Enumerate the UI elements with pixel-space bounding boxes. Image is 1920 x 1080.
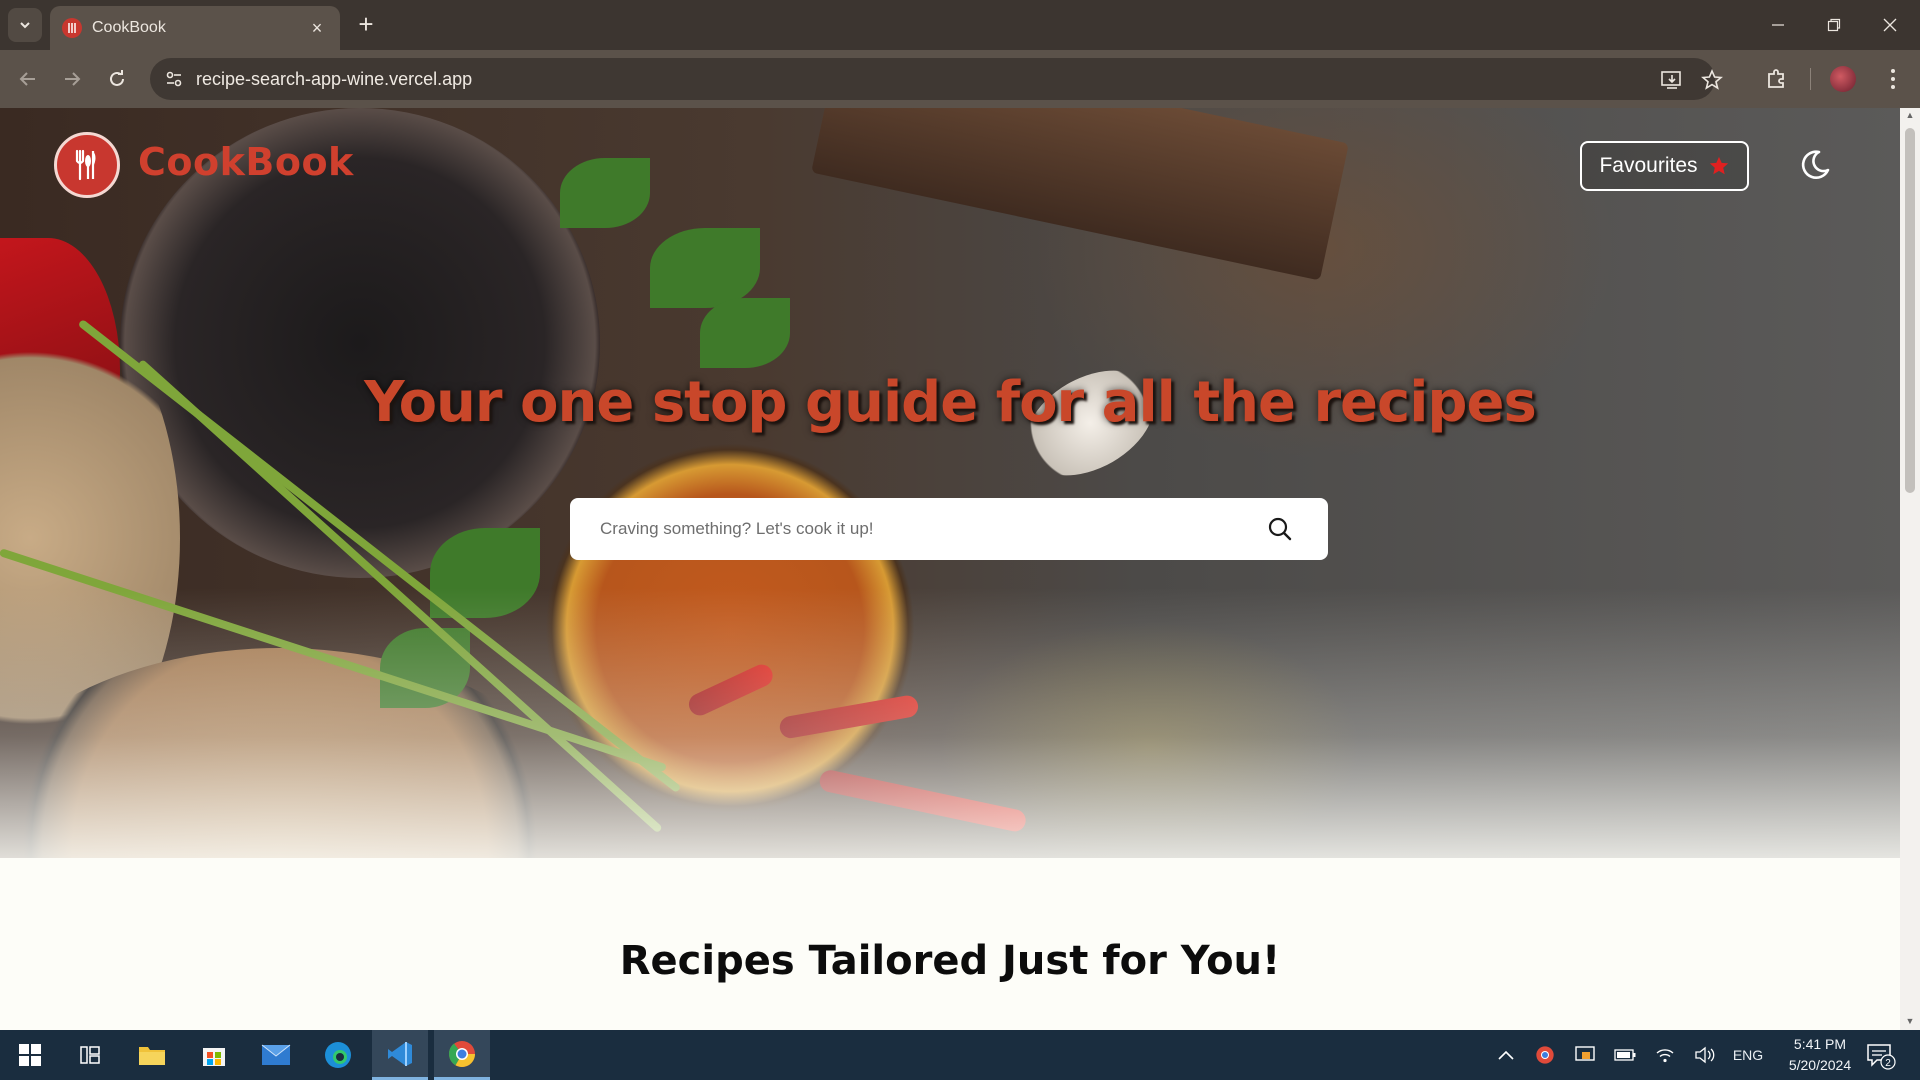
- volume-icon[interactable]: [1692, 1044, 1718, 1066]
- site-info-icon[interactable]: [164, 69, 184, 89]
- language-indicator[interactable]: ENG: [1730, 1044, 1766, 1066]
- page-scrollbar[interactable]: ▲ ▼: [1900, 108, 1920, 1030]
- toolbar-separator: [1810, 68, 1811, 90]
- back-icon[interactable]: [12, 63, 44, 95]
- forward-icon[interactable]: [56, 63, 88, 95]
- windows-start-icon[interactable]: [2, 1030, 58, 1080]
- section-title: Recipes Tailored Just for You!: [619, 938, 1281, 984]
- page-viewport: CookBook Favourites Your one stop guide …: [0, 108, 1900, 1030]
- tab-cookbook[interactable]: CookBook ×: [50, 6, 340, 50]
- profile-avatar[interactable]: [1830, 66, 1856, 92]
- scroll-up-arrow[interactable]: ▲: [1904, 110, 1916, 120]
- hero-decor-board: [811, 108, 1349, 281]
- hero-fade: [0, 588, 1900, 858]
- moon-icon[interactable]: [1798, 148, 1832, 182]
- window-close-icon[interactable]: [1862, 0, 1918, 50]
- menu-dots-icon[interactable]: [1878, 64, 1908, 94]
- hero-decor-leaf: [700, 298, 790, 368]
- clock-time: 5:41 PM: [1793, 1036, 1847, 1052]
- tab-title: CookBook: [92, 19, 166, 36]
- clock-date: 5/20/2024: [1788, 1057, 1852, 1073]
- store-icon[interactable]: [186, 1030, 242, 1080]
- logo-cutlery-icon[interactable]: [54, 132, 120, 198]
- windows-taskbar: ENG 5:41 PM 5/20/2024 2: [0, 1030, 1920, 1080]
- extensions-icon[interactable]: [1762, 64, 1792, 94]
- reload-icon[interactable]: [101, 63, 133, 95]
- search-input[interactable]: [600, 498, 1240, 560]
- notification-count: 2: [1885, 1058, 1891, 1069]
- file-explorer-icon[interactable]: [124, 1030, 180, 1080]
- battery-icon[interactable]: [1612, 1044, 1638, 1066]
- chrome-tray-icon[interactable]: [1533, 1044, 1557, 1066]
- clock[interactable]: 5:41 PM 5/20/2024: [1770, 1034, 1870, 1076]
- mail-icon[interactable]: [248, 1030, 304, 1080]
- notification-icon[interactable]: 2: [1866, 1042, 1896, 1070]
- browser-tab-bar: CookBook × +: [0, 0, 1920, 50]
- restaurant-favicon: [62, 18, 82, 38]
- search-icon[interactable]: [1265, 514, 1295, 544]
- edge-icon[interactable]: [310, 1030, 366, 1080]
- chevron-up-icon[interactable]: [1494, 1044, 1518, 1066]
- scroll-down-arrow[interactable]: ▼: [1904, 1016, 1916, 1026]
- close-icon[interactable]: ×: [306, 18, 328, 39]
- browser-toolbar: recipe-search-app-wine.vercel.app: [0, 50, 1920, 108]
- address-bar[interactable]: recipe-search-app-wine.vercel.app: [150, 58, 1723, 100]
- star-icon: [1709, 156, 1728, 175]
- hero-section: CookBook Favourites Your one stop guide …: [0, 108, 1900, 858]
- wifi-icon[interactable]: [1652, 1044, 1678, 1066]
- install-icon[interactable]: [1660, 68, 1684, 92]
- task-view-icon[interactable]: [62, 1030, 118, 1080]
- url-text[interactable]: recipe-search-app-wine.vercel.app: [196, 69, 472, 90]
- vscode-icon[interactable]: [372, 1030, 428, 1080]
- hero-headline: Your one stop guide for all the recipes: [364, 370, 1537, 435]
- favourites-label: Favourites: [1599, 154, 1698, 177]
- plus-icon[interactable]: +: [352, 10, 380, 38]
- hero-decor-leaf: [560, 158, 650, 228]
- restore-icon[interactable]: [1806, 0, 1862, 50]
- search-box: [570, 498, 1328, 560]
- brand-name[interactable]: CookBook: [138, 140, 354, 184]
- hero-decor-leaf: [650, 228, 760, 308]
- bookmark-star-icon[interactable]: [1700, 68, 1724, 92]
- tab-search-icon[interactable]: [8, 8, 42, 42]
- minimize-icon[interactable]: [1750, 0, 1806, 50]
- scroll-thumb[interactable]: [1905, 128, 1915, 493]
- favourites-button[interactable]: Favourites: [1580, 141, 1749, 191]
- chrome-icon[interactable]: [434, 1030, 490, 1080]
- device-icon[interactable]: [1572, 1044, 1598, 1066]
